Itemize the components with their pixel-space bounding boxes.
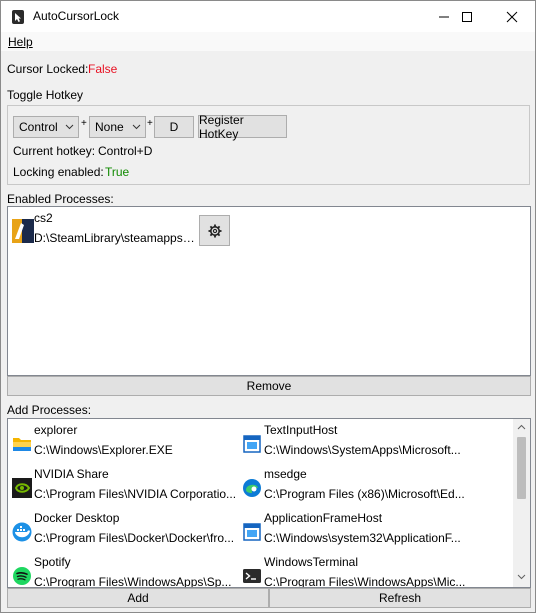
terminal-icon [243,569,261,583]
process-name: explorer [34,423,78,437]
process-path: C:\Program Files\WindowsApps\Sp... [34,575,232,588]
list-item[interactable]: WindowsTerminal C:\Program Files\Windows… [238,553,514,588]
nvidia-icon [12,478,32,498]
cursor-locked-value: False [88,62,118,76]
list-item[interactable]: Docker Desktop C:\Program Files\Docker\D… [8,509,238,553]
close-icon [506,11,518,22]
hotkey-key-field[interactable]: D [154,116,194,138]
process-path: C:\Windows\system32\ApplicationF... [264,531,461,545]
list-item[interactable]: explorer C:\Windows\Explorer.EXE [8,421,238,465]
cursor-locked-label: Cursor Locked: [7,62,89,76]
plus-sign: + [147,118,153,129]
process-name: NVIDIA Share [34,467,109,481]
scroll-down-arrow-icon[interactable] [517,574,526,580]
modifier2-value: None [95,120,124,134]
close-button[interactable] [489,1,535,32]
refresh-button[interactable]: Refresh [269,588,531,608]
register-hotkey-label: Register HotKey [199,112,244,141]
refresh-label: Refresh [378,591,422,605]
process-settings-button[interactable] [199,215,230,246]
list-item[interactable]: Spotify C:\Program Files\WindowsApps\Sp.… [8,553,238,588]
cs2-icon [12,219,34,243]
modifier1-select[interactable]: Control [13,116,79,138]
add-button[interactable]: Add [7,588,269,608]
process-name: Spotify [34,555,71,569]
title-bar[interactable]: AutoCursorLock [1,1,535,32]
maximize-icon [462,11,472,22]
process-name: cs2 [34,211,53,225]
enabled-processes-list[interactable]: cs2 D:\SteamLibrary\steamapps\... [7,206,531,376]
process-path: C:\Windows\SystemApps\Microsoft... [264,443,461,457]
process-name: WindowsTerminal [264,555,359,569]
remove-button[interactable]: Remove [7,376,531,396]
scroll-up-arrow-icon[interactable] [517,424,526,430]
folder-icon [13,438,31,451]
window-app-icon [243,435,261,453]
locking-enabled-value: True [105,165,130,179]
hotkey-key-value: D [169,120,179,134]
process-path: C:\Program Files (x86)\Microsoft\Ed... [264,487,465,501]
process-path: C:\Windows\Explorer.EXE [34,443,173,457]
list-item[interactable]: ApplicationFrameHost C:\Windows\system32… [238,509,514,553]
plus-sign: + [81,118,87,129]
process-path: C:\Program Files\Docker\Docker\fro... [34,531,235,545]
edge-icon [243,479,261,497]
menu-help[interactable]: Help [8,35,33,49]
process-name: Docker Desktop [34,511,120,525]
maximize-button[interactable] [444,1,490,32]
locking-enabled-label: Locking enabled: [13,165,104,179]
chevron-down-icon [132,124,141,130]
list-item[interactable]: cs2 D:\SteamLibrary\steamapps\... [8,209,198,253]
add-processes-label: Add Processes: [7,403,92,417]
chevron-down-icon [65,124,74,130]
window-title: AutoCursorLock [33,9,120,23]
menu-bar: Help [1,32,535,51]
current-hotkey-label: Current hotkey: [13,144,96,158]
list-item[interactable]: NVIDIA Share C:\Program Files\NVIDIA Cor… [8,465,238,509]
app-icon [12,10,24,24]
remove-label: Remove [246,379,292,393]
modifier2-select[interactable]: None [89,116,146,138]
process-name: TextInputHost [264,423,338,437]
list-item[interactable]: msedge C:\Program Files (x86)\Microsoft\… [238,465,514,509]
spotify-icon [13,567,31,585]
process-path: C:\Program Files\WindowsApps\Mic... [264,575,466,588]
gear-icon [208,224,221,237]
app-window: AutoCursorLock Help Cursor Locked: False… [0,0,536,613]
vertical-scrollbar[interactable] [513,419,530,587]
window-app-icon [243,523,261,541]
toggle-hotkey-label: Toggle Hotkey [7,88,84,102]
modifier1-value: Control [19,120,58,134]
current-hotkey-value: Control+D [98,144,153,158]
register-hotkey-button[interactable]: Register HotKey [198,112,287,141]
add-label: Add [127,591,149,605]
scrollbar-thumb[interactable] [517,437,526,499]
menu-help-label: Help [8,35,33,49]
process-path: D:\SteamLibrary\steamapps\... [34,231,196,245]
docker-icon [12,522,32,542]
process-path: C:\Program Files\NVIDIA Corporatio... [34,487,237,501]
process-name: ApplicationFrameHost [264,511,383,525]
enabled-processes-label: Enabled Processes: [7,192,114,206]
add-processes-list[interactable]: explorer C:\Windows\Explorer.EXE TextInp… [7,418,531,588]
process-name: msedge [264,467,307,481]
list-item[interactable]: TextInputHost C:\Windows\SystemApps\Micr… [238,421,514,465]
